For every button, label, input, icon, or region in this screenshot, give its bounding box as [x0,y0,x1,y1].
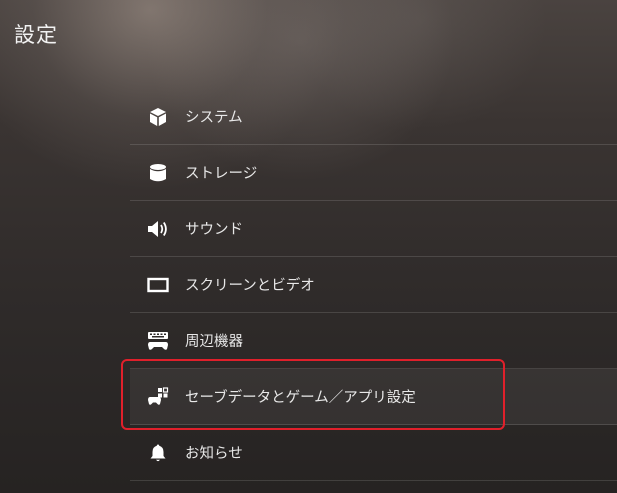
menu-item-label: 周辺機器 [185,334,243,350]
cube-icon [147,106,169,128]
menu-item-label: サウンド [185,222,243,238]
gamepad-apps-icon [147,386,169,408]
menu-item-screen-video[interactable]: スクリーンとビデオ [130,257,617,313]
menu-item-label: お知らせ [185,446,243,462]
menu-item-label: セーブデータとゲーム／アプリ設定 [185,390,416,406]
bell-icon [147,442,169,464]
menu-item-accessories[interactable]: 周辺機器 [130,313,617,369]
menu-item-label: システム [185,110,243,126]
settings-menu: システム ストレージ サウンド スクリーンとビデオ 周辺機器 セーブデータとゲー… [130,89,617,481]
screen-icon [147,274,169,296]
menu-item-system[interactable]: システム [130,89,617,145]
menu-item-label: ストレージ [185,166,258,182]
menu-item-saved-data[interactable]: セーブデータとゲーム／アプリ設定 [130,369,617,425]
speaker-icon [147,218,169,240]
page-title: 設定 [14,23,58,47]
menu-item-storage[interactable]: ストレージ [130,145,617,201]
menu-item-sound[interactable]: サウンド [130,201,617,257]
database-icon [147,162,169,184]
menu-item-label: スクリーンとビデオ [185,278,315,294]
controller-keyboard-icon [147,330,169,352]
menu-item-notifications[interactable]: お知らせ [130,425,617,481]
